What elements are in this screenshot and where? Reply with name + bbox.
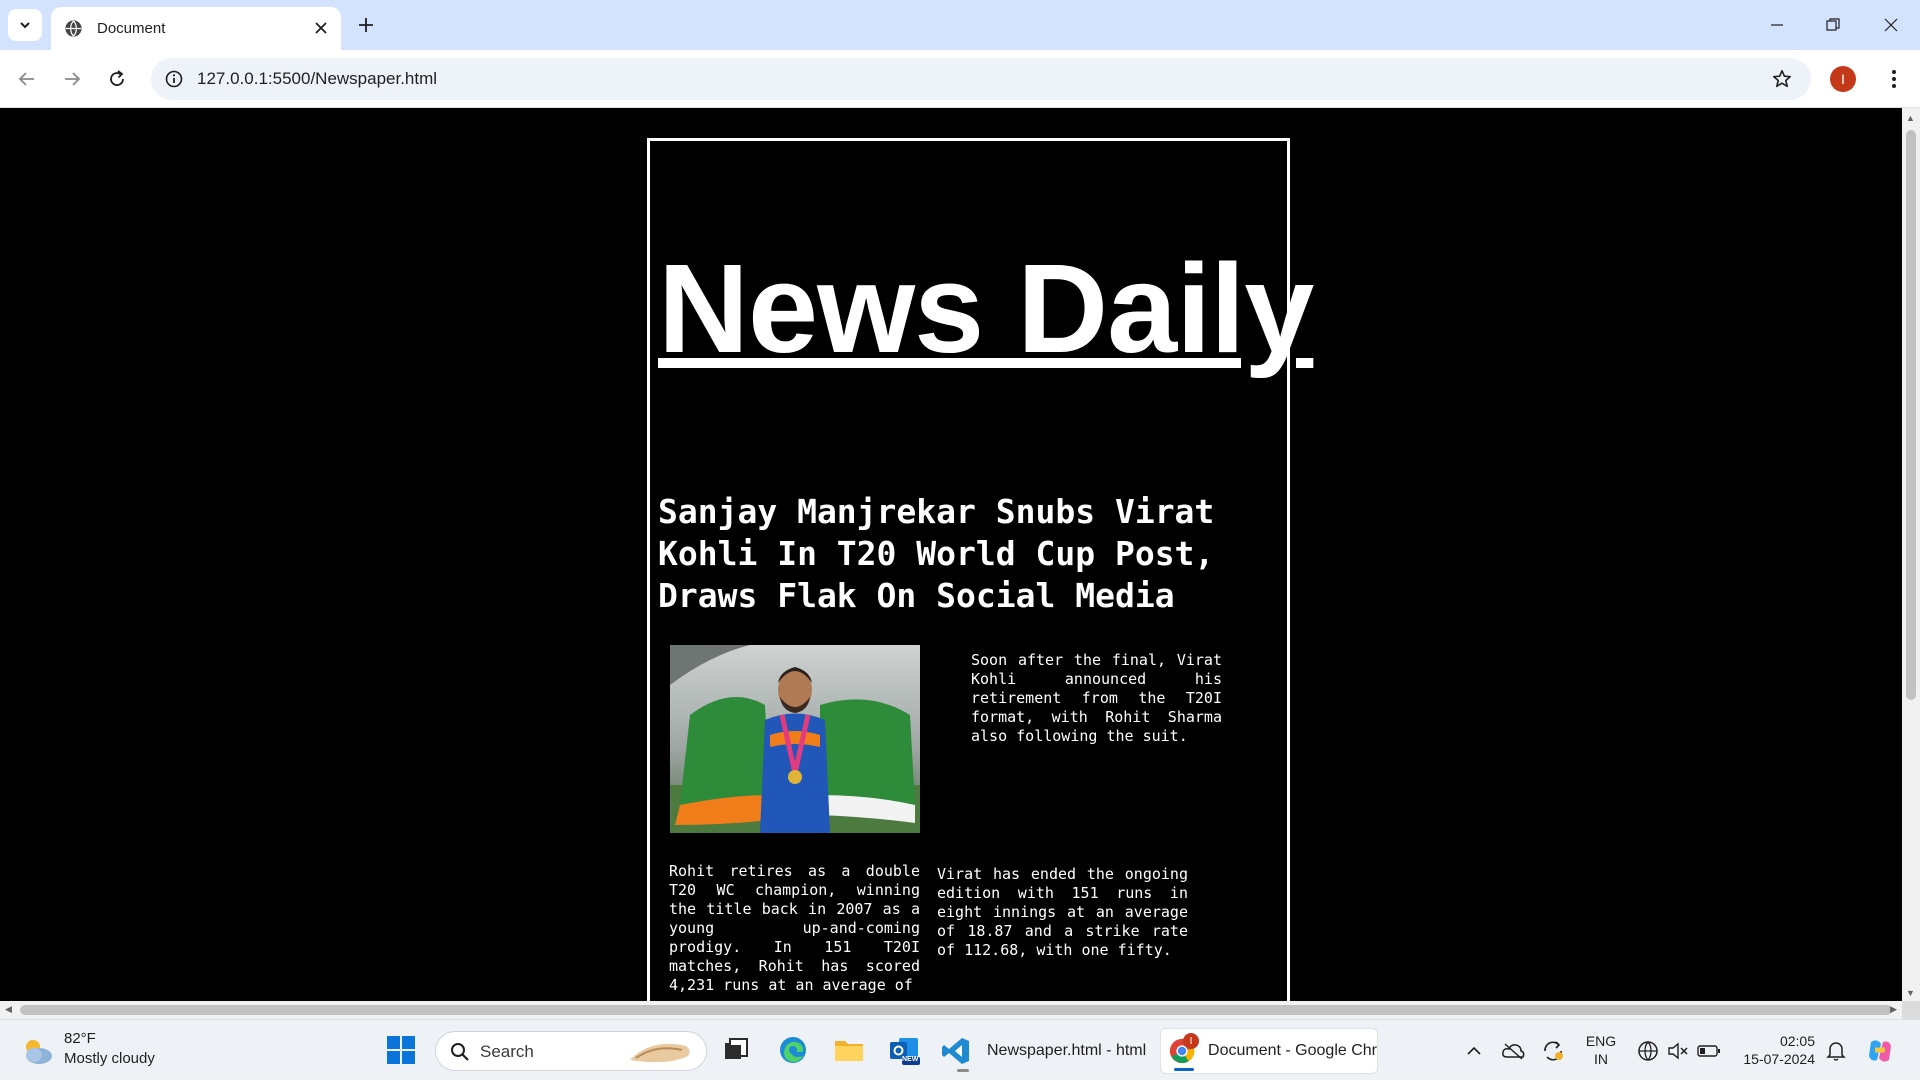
clock-time: 02:05	[1779, 1033, 1815, 1049]
show-hidden-icons-button[interactable]	[1460, 1020, 1488, 1081]
kebab-menu-icon	[1892, 70, 1896, 88]
taskbar-search-box[interactable]: Search	[435, 1031, 707, 1071]
forward-icon	[65, 72, 81, 86]
weather-temperature: 82°F	[64, 1030, 96, 1047]
restore-icon	[1826, 18, 1840, 31]
reload-button[interactable]	[100, 62, 134, 96]
system-clock[interactable]: 02:05 15-07-2024	[1735, 1032, 1815, 1068]
newspaper-frame: News Daily Sanjay Manjrekar Snubs Virat …	[647, 138, 1314, 1001]
article-paragraph-3: Virat has ended the ongoing edition with…	[937, 865, 1188, 959]
profile-avatar[interactable]: I	[1830, 66, 1856, 92]
plus-icon	[359, 18, 373, 32]
search-highlight-icon	[630, 1043, 690, 1063]
globe-icon	[65, 20, 82, 37]
scroll-down-arrow[interactable]: ▼	[1906, 988, 1915, 998]
region-code: IN	[1594, 1051, 1608, 1067]
weather-condition: Mostly cloudy	[64, 1050, 155, 1067]
tab-strip: Document	[0, 0, 1920, 50]
new-tab-button[interactable]	[352, 11, 380, 39]
address-bar[interactable]: 127.0.0.1:5500/Newspaper.html	[151, 58, 1811, 100]
horizontal-scrollbar[interactable]: ◀ ▶	[0, 1001, 1902, 1019]
vscode-icon	[942, 1038, 969, 1064]
close-tab-button[interactable]	[311, 18, 331, 38]
site-info-icon	[165, 70, 183, 88]
minimize-icon	[1771, 24, 1783, 26]
forward-button[interactable]	[55, 62, 89, 96]
chrome-profile-badge: I	[1183, 1033, 1199, 1049]
tab-search-button[interactable]	[8, 9, 42, 41]
battery-tray-button[interactable]	[1694, 1020, 1724, 1081]
search-icon	[451, 1043, 469, 1061]
restore-button[interactable]	[1810, 8, 1856, 42]
star-icon	[1773, 70, 1791, 88]
horizontal-scroll-thumb[interactable]	[20, 1005, 1892, 1015]
edge-icon	[780, 1037, 806, 1063]
vscode-running-indicator	[957, 1069, 969, 1072]
browser-menu-button[interactable]	[1879, 64, 1909, 94]
vscode-taskbar-button[interactable]: Newspaper.html - html	[935, 1028, 1150, 1074]
tab-search-icon	[20, 22, 30, 29]
outlook-button[interactable]: NEW	[885, 1031, 923, 1069]
file-explorer-button[interactable]	[830, 1031, 868, 1069]
onedrive-icon	[1502, 1042, 1525, 1060]
scroll-right-arrow[interactable]: ▶	[1890, 1004, 1897, 1015]
bookmark-button[interactable]	[1769, 66, 1795, 92]
language-code: ENG	[1585, 1033, 1617, 1049]
browser-toolbar: 127.0.0.1:5500/Newspaper.html I	[0, 50, 1920, 108]
chevron-up-icon	[1467, 1046, 1481, 1055]
chrome-window-title: Document - Google Chr	[1208, 1042, 1377, 1059]
masthead-title: News Daily	[658, 238, 1314, 379]
outlook-new-badge: NEW	[902, 1056, 919, 1063]
back-icon	[18, 72, 34, 86]
close-icon	[315, 22, 327, 34]
weather-icon	[26, 1040, 52, 1064]
article-photo	[670, 645, 920, 833]
scroll-left-arrow[interactable]: ◀	[5, 1004, 12, 1015]
scroll-up-arrow[interactable]: ▲	[1906, 113, 1915, 123]
sync-tray-button[interactable]	[1538, 1020, 1568, 1081]
vertical-scroll-thumb[interactable]	[1906, 130, 1916, 700]
article-paragraph-2: Rohit retires as a double T20 WC champio…	[669, 862, 920, 994]
reload-icon	[110, 70, 124, 86]
minimize-button[interactable]	[1754, 8, 1800, 42]
browser-tab[interactable]: Document	[51, 7, 341, 50]
window-close-icon	[1884, 18, 1898, 32]
battery-icon	[1697, 1044, 1720, 1057]
back-button[interactable]	[10, 62, 44, 96]
network-icon	[1638, 1040, 1658, 1061]
window-close-button[interactable]	[1868, 8, 1914, 42]
clock-date: 15-07-2024	[1743, 1051, 1815, 1067]
copilot-icon	[1869, 1039, 1891, 1062]
chrome-taskbar-button[interactable]: I Document - Google Chr	[1160, 1028, 1378, 1074]
article-headline: Sanjay Manjrekar Snubs Virat Kohli In T2…	[658, 492, 1215, 615]
task-view-icon	[725, 1038, 748, 1059]
scrollbar-corner	[1902, 1001, 1920, 1019]
network-tray-button[interactable]	[1634, 1020, 1662, 1081]
start-button[interactable]	[382, 1031, 420, 1069]
sync-icon	[1544, 1040, 1563, 1061]
windows-taskbar: 82°F Mostly cloudy Search NEW Newspaper.…	[0, 1019, 1920, 1080]
edge-button[interactable]	[774, 1031, 812, 1069]
article-paragraph-1: Soon after the final, Virat Kohli announ…	[971, 651, 1222, 745]
task-view-button[interactable]	[717, 1031, 755, 1069]
site-info-button[interactable]	[161, 66, 187, 92]
tab-title: Document	[97, 20, 166, 37]
url-text: 127.0.0.1:5500/Newspaper.html	[197, 69, 438, 88]
cricketer-photo-illustration	[670, 645, 920, 833]
mute-icon	[1668, 1042, 1688, 1059]
notification-button[interactable]	[1822, 1020, 1850, 1081]
weather-widget[interactable]: 82°F Mostly cloudy	[20, 1030, 170, 1072]
chrome-active-indicator	[1174, 1068, 1194, 1071]
language-indicator[interactable]: ENG IN	[1585, 1032, 1617, 1068]
volume-tray-button[interactable]	[1664, 1020, 1692, 1081]
notification-icon	[1826, 1041, 1846, 1061]
copilot-button[interactable]	[1860, 1020, 1900, 1081]
page-viewport: News Daily Sanjay Manjrekar Snubs Virat …	[0, 108, 1902, 1001]
vertical-scrollbar[interactable]: ▲ ▼	[1902, 108, 1920, 1001]
windows-start-icon	[387, 1036, 415, 1064]
vscode-window-title: Newspaper.html - html	[987, 1042, 1147, 1059]
search-label: Search	[480, 1042, 534, 1061]
file-explorer-icon	[835, 1041, 863, 1061]
onedrive-tray-button[interactable]	[1498, 1020, 1528, 1081]
